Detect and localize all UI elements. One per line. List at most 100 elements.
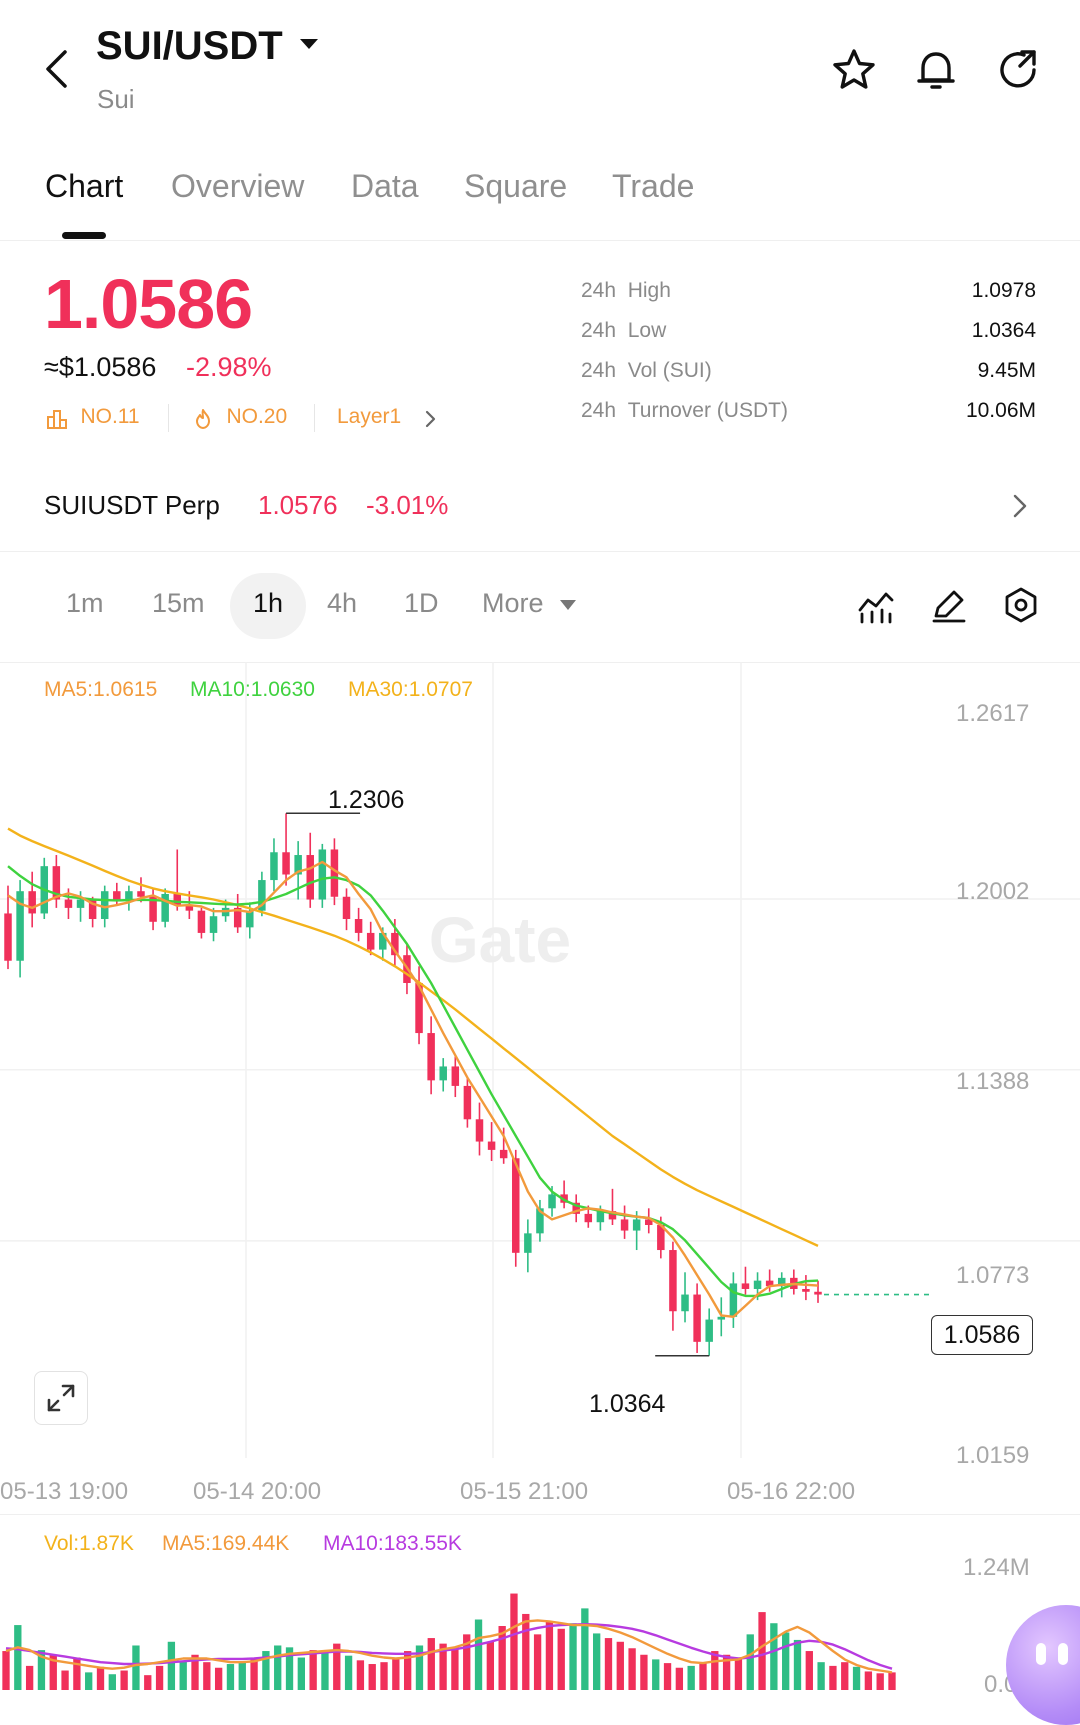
volume-bar: [628, 1648, 636, 1690]
sector-tag[interactable]: Layer1: [337, 405, 438, 429]
volume-bar: [805, 1651, 813, 1690]
last-price: 1.0586: [44, 265, 253, 343]
volume-bar: [2, 1651, 10, 1690]
hot-rank-label: NO.20: [226, 405, 288, 428]
volume-bar: [498, 1626, 506, 1690]
volume-bar: [144, 1675, 152, 1690]
candle-body: [209, 916, 218, 933]
volume-bar: [545, 1621, 554, 1690]
volume-bar: [167, 1641, 176, 1690]
rank-label: NO.11: [80, 405, 140, 428]
rank-badge-market-cap[interactable]: NO.11: [46, 405, 140, 430]
timeframe-1m[interactable]: 1m: [66, 588, 104, 619]
stat-value: 1.0364: [971, 319, 1036, 342]
chart-settings-button[interactable]: [1002, 586, 1040, 624]
volume-bar: [297, 1657, 305, 1690]
volume-bar: [250, 1659, 258, 1690]
volume-bar: [888, 1672, 896, 1690]
candle-body: [717, 1316, 726, 1320]
draw-button[interactable]: [930, 586, 968, 624]
vol-ma10-legend: MA10:183.55K: [323, 1532, 462, 1555]
chevron-right-icon: [1013, 494, 1027, 518]
volume-bar: [132, 1645, 140, 1690]
settings-icon: [1005, 587, 1037, 623]
volume-bar: [238, 1662, 246, 1690]
volume-bar: [841, 1662, 849, 1690]
y-tick-label: 1.1388: [956, 1068, 1030, 1095]
volume-bar: [675, 1667, 684, 1690]
share-icon: [1000, 50, 1036, 88]
candle-body: [814, 1291, 822, 1295]
volume-bar: [25, 1665, 34, 1690]
candle-body: [693, 1294, 701, 1342]
bell-icon: [917, 52, 955, 89]
badge-divider: [168, 404, 169, 432]
volume-bar: [356, 1660, 365, 1690]
timeframe-more[interactable]: More: [482, 588, 577, 619]
alert-button[interactable]: [912, 46, 960, 94]
bot-eye: [1058, 1643, 1068, 1665]
star-icon: [833, 49, 875, 89]
back-button[interactable]: [38, 46, 78, 92]
ma5-line: [7, 860, 819, 1318]
candle-body: [342, 896, 351, 920]
volume-bar: [368, 1664, 376, 1690]
candle-body: [681, 1294, 689, 1312]
volume-bar: [203, 1662, 211, 1690]
timeframe-15m[interactable]: 15m: [152, 588, 205, 619]
x-tick-label: 05-15 21:00: [460, 1478, 589, 1505]
low-marker-label: 1.0364: [589, 1390, 666, 1418]
timeframe-4h[interactable]: 4h: [327, 588, 357, 619]
volume-bar: [663, 1663, 672, 1690]
stat-24h-high: 24h High 1.0978: [581, 279, 1036, 302]
volume-bar: [451, 1649, 459, 1690]
volume-bar: [876, 1673, 884, 1690]
perp-price: 1.0576: [258, 490, 338, 520]
volume-bar: [864, 1671, 873, 1690]
stat-value: 1.0978: [971, 279, 1036, 302]
volume-bar: [344, 1655, 353, 1690]
stat-value: 10.06M: [965, 399, 1036, 422]
rank-badge-hot[interactable]: NO.20: [192, 405, 287, 430]
perp-row[interactable]: SUIUSDT Perp 1.0576 -3.01%: [0, 470, 1080, 542]
candle-body: [100, 891, 109, 920]
pair-selector[interactable]: SUI/USDT: [96, 24, 320, 69]
y-tick-label: 1.0773: [956, 1262, 1030, 1289]
expand-icon: [47, 1384, 75, 1412]
candle-body: [753, 1280, 762, 1289]
volume-bar: [604, 1638, 613, 1690]
volume-chart[interactable]: [0, 1555, 1080, 1695]
volume-bar: [108, 1674, 116, 1690]
y-tick-label: 1.2002: [956, 878, 1030, 905]
volume-bar: [758, 1612, 766, 1690]
tab-overview[interactable]: Overview: [171, 168, 304, 205]
candlestick-chart[interactable]: Gate: [0, 662, 1080, 1482]
candle-body: [451, 1066, 460, 1086]
fullscreen-button[interactable]: [34, 1371, 88, 1425]
timeframe-1h[interactable]: 1h: [253, 588, 283, 619]
candle-body: [197, 910, 206, 933]
tab-data[interactable]: Data: [351, 168, 419, 205]
volume-bar: [581, 1608, 589, 1690]
indicators-button[interactable]: [856, 588, 896, 624]
caret-down-icon: [299, 39, 318, 50]
favorite-button[interactable]: [830, 46, 878, 94]
tab-chart[interactable]: Chart: [45, 168, 123, 205]
timeframe-1d[interactable]: 1D: [404, 588, 439, 619]
more-label: More: [482, 588, 544, 618]
volume-bar: [179, 1661, 187, 1690]
volume-bar: [274, 1645, 282, 1690]
volume-bar: [699, 1662, 707, 1690]
divider: [0, 551, 1080, 552]
candle-body: [28, 891, 36, 914]
stat-24h-volume: 24h Vol (SUI) 9.45M: [581, 359, 1036, 382]
volume-bar: [593, 1633, 601, 1690]
share-button[interactable]: [994, 46, 1042, 94]
tab-square[interactable]: Square: [464, 168, 567, 205]
indicator-chart-icon: [858, 592, 894, 624]
volume-bar: [85, 1672, 93, 1690]
tab-trade[interactable]: Trade: [612, 168, 694, 205]
volume-bar: [510, 1593, 518, 1690]
candle-body: [499, 1149, 508, 1159]
vol-ma5-legend: MA5:169.44K: [162, 1532, 290, 1555]
